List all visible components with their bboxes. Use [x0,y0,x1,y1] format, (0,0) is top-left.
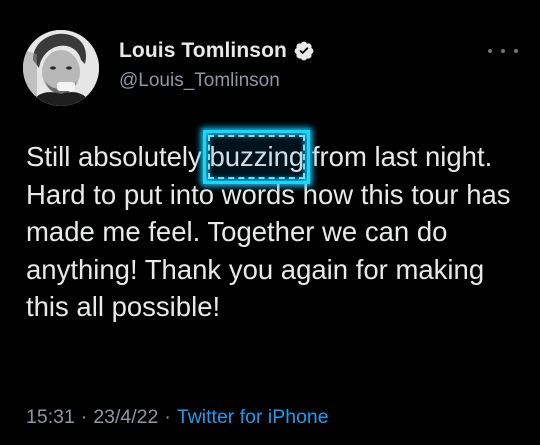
display-name[interactable]: Louis Tomlinson [119,39,287,63]
tweet-text-before: Still absolutely [26,141,210,172]
tweet-text: Still absolutely buzzing from last night… [26,130,522,326]
avatar-image [23,30,99,106]
meta-separator: · [164,406,171,428]
highlighted-word: buzzing [203,130,311,184]
avatar[interactable] [23,30,99,106]
tweet-date[interactable]: 23/4/22 [93,406,158,429]
tweet-meta: 15:31 · 23/4/22 · Twitter for iPhone [26,406,329,429]
author-name-row: Louis Tomlinson [119,39,315,63]
author-handle[interactable]: @Louis_Tomlinson [119,70,280,92]
meta-separator: · [80,406,88,428]
tweet-card: Louis Tomlinson @Louis_Tomlinson Still a… [0,0,540,445]
more-horizontal-icon[interactable] [488,45,518,57]
verified-badge-icon [293,40,315,62]
tweet-source-link[interactable]: Twitter for iPhone [177,406,329,429]
tweet-time[interactable]: 15:31 [26,406,75,429]
